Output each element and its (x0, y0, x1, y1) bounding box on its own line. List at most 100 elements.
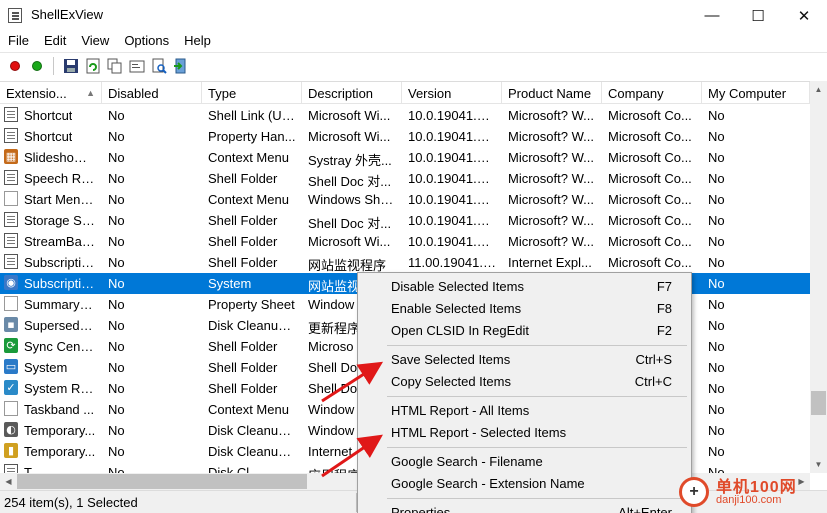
column-header-product-name[interactable]: Product Name (502, 82, 602, 104)
table-row[interactable]: ▦ SlideshowC... No Context Menu Systray 外壳..… (0, 147, 810, 168)
column-header-disabled[interactable]: Disabled (102, 82, 202, 104)
context-menu-item-copy-selected-items[interactable]: Copy Selected Items Ctrl+C (358, 371, 691, 393)
table-row[interactable]: Speech Rec... No Shell Folder Shell Doc 对..… (0, 168, 810, 189)
column-header-type[interactable]: Type (202, 82, 302, 104)
close-button[interactable]: ✕ (781, 0, 827, 31)
column-header-version[interactable]: Version (402, 82, 502, 104)
cell-disabled: No (108, 255, 125, 270)
table-row[interactable]: Storage Sp... No Shell Folder Shell Doc 对..… (0, 210, 810, 231)
cell-type: Shell Folder (208, 360, 278, 375)
disable-button[interactable] (5, 57, 24, 76)
green-circle-icon (31, 61, 42, 71)
cell-disabled: No (108, 297, 125, 312)
document-icon (4, 128, 18, 143)
table-row[interactable]: StreamBac... No Shell Folder Microsoft Wi..… (0, 231, 810, 252)
table-row[interactable]: Start Menu... No Context Menu Windows She..… (0, 189, 810, 210)
extension-name: Storage Sp... (24, 213, 96, 228)
cell-disabled: No (108, 381, 125, 396)
scroll-left-icon[interactable]: ◀ (0, 473, 17, 490)
table-row[interactable]: Subscriptio... No Shell Folder 网站监视程序 11.00.… (0, 252, 810, 273)
window-title: ShellExView (31, 7, 104, 22)
cell-version: 10.0.19041.45... (408, 150, 502, 165)
exit-button[interactable] (171, 57, 190, 76)
cell-disabled: No (108, 402, 125, 417)
context-menu-item-properties[interactable]: Properties Alt+Enter (358, 502, 691, 513)
extension-name: Supersede... (24, 318, 96, 333)
maximize-button[interactable]: ☐ (735, 0, 781, 31)
blank-file-icon (4, 296, 18, 311)
extension-name: Subscriptio... (24, 255, 96, 270)
horizontal-scroll-thumb[interactable] (17, 474, 307, 489)
cell-my-computer: No (708, 444, 725, 459)
scroll-up-icon[interactable]: ▲ (810, 81, 827, 98)
cell-extension: Subscriptio... (0, 252, 102, 273)
extension-name: Start Menu... (24, 192, 96, 207)
context-menu-item-save-selected-items[interactable]: Save Selected Items Ctrl+S (358, 349, 691, 371)
refresh-button[interactable] (83, 57, 102, 76)
menu-separator (387, 345, 687, 346)
menu-item-label: Properties (391, 505, 451, 513)
find-button[interactable] (149, 57, 168, 76)
vertical-scrollbar[interactable]: ▲ ▼ (810, 81, 827, 473)
context-menu-item-disable-selected-items[interactable]: Disable Selected Items F7 (358, 276, 691, 298)
cell-extension: Summary P... (0, 294, 102, 315)
cell-type: Disk Cleanup... (208, 444, 297, 459)
minimize-button[interactable]: — (689, 0, 735, 31)
copy-button[interactable] (105, 57, 124, 76)
cell-my-computer: No (708, 129, 725, 144)
menu-item-shortcut: F8 (656, 301, 672, 316)
context-menu: Disable Selected Items F7 Enable Selected … (357, 272, 692, 513)
extension-name: Temporary... (24, 444, 96, 459)
subscription-icon: ◉ (4, 275, 18, 290)
menu-options[interactable]: Options (116, 31, 176, 51)
vertical-scroll-thumb[interactable] (811, 391, 826, 415)
extension-name: Sync Cente... (24, 339, 96, 354)
extension-name: Summary P... (24, 297, 96, 312)
column-header-description[interactable]: Description (302, 82, 402, 104)
system-icon: ▭ (4, 359, 18, 374)
menu-edit[interactable]: Edit (36, 31, 73, 51)
context-menu-item-html-report-all-items[interactable]: HTML Report - All Items (358, 400, 691, 422)
cell-version: 11.00.19041.4... (408, 255, 502, 270)
app-icon (8, 8, 22, 23)
menu-view[interactable]: View (73, 31, 116, 51)
cell-company: Microsoft Co... (608, 255, 692, 270)
cell-product-name: Microsoft? W... (508, 213, 594, 228)
toolbar-separator (53, 57, 54, 75)
table-row[interactable]: Shortcut No Shell Link (Un... Microsoft Wi.… (0, 105, 810, 126)
menu-help[interactable]: Help (176, 31, 218, 51)
cell-product-name: Microsoft? W... (508, 150, 594, 165)
enable-button[interactable] (27, 57, 46, 76)
context-menu-item-open-clsid-in-regedit[interactable]: Open CLSID In RegEdit F2 (358, 320, 691, 342)
cell-my-computer: No (708, 213, 725, 228)
context-menu-item-enable-selected-items[interactable]: Enable Selected Items F8 (358, 298, 691, 320)
document-icon (4, 170, 18, 185)
cell-description: Windows She... (308, 192, 399, 207)
column-header-company[interactable]: Company (602, 82, 702, 104)
column-header-extension[interactable]: Extensio... ▲ (0, 82, 102, 104)
cell-extension: Start Menu... (0, 189, 102, 210)
save-button[interactable] (61, 57, 80, 76)
temporary-files-icon: ◐ (4, 422, 18, 437)
extension-name: Temporary... (24, 423, 96, 438)
context-menu-item-google-search-extension-name[interactable]: Google Search - Extension Name (358, 473, 691, 495)
plus-circle-icon: + (679, 477, 709, 507)
extension-name: System (24, 360, 68, 375)
sort-ascending-icon: ▲ (86, 88, 95, 98)
extension-name: StreamBac... (24, 234, 96, 249)
table-row[interactable]: Shortcut No Property Han... Microsoft Wi...… (0, 126, 810, 147)
context-menu-item-html-report-selected-items[interactable]: HTML Report - Selected Items (358, 422, 691, 444)
system-recovery-icon: ✓ (4, 380, 18, 395)
refresh-icon (86, 58, 99, 74)
cell-my-computer: No (708, 360, 725, 375)
cell-description: Microsoft Wi... (308, 108, 391, 123)
cell-company: Microsoft Co... (608, 171, 692, 186)
properties-button[interactable] (127, 57, 146, 76)
context-menu-item-google-search-filename[interactable]: Google Search - Filename (358, 451, 691, 473)
menu-file[interactable]: File (0, 31, 36, 51)
column-header-my-computer[interactable]: My Computer (702, 82, 810, 104)
cell-description: Shell Doc 对... (308, 174, 392, 189)
cell-extension: StreamBac... (0, 231, 102, 252)
cell-my-computer: No (708, 234, 725, 249)
menu-item-label: Enable Selected Items (391, 301, 522, 316)
